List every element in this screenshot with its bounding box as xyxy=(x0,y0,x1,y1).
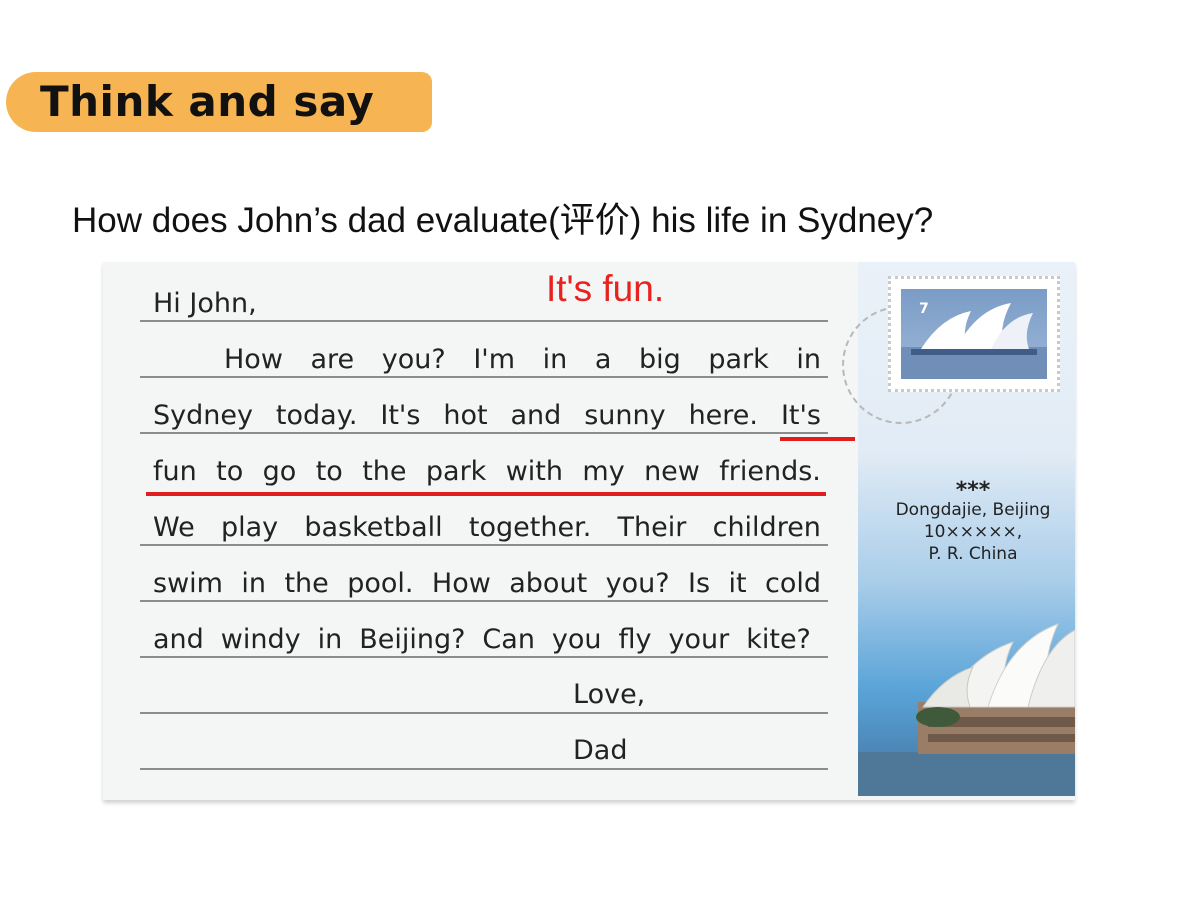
letter-word: the xyxy=(284,568,329,599)
letter-word: the xyxy=(362,456,407,487)
letter-word: children xyxy=(712,512,821,543)
letter-word: you? xyxy=(381,344,446,375)
letter-word: How xyxy=(224,344,283,375)
letter-word: friends. xyxy=(719,456,821,487)
section-title: Think and say xyxy=(40,77,375,126)
letter-word: and xyxy=(510,400,562,431)
letter-word: together. xyxy=(468,512,592,543)
ruled-line xyxy=(140,768,828,770)
letter-word: in xyxy=(796,344,821,375)
address-street: Dongdajie, Beijing xyxy=(895,500,1051,520)
letter-line: We play basketball together. Their children xyxy=(153,511,821,545)
address-country: P. R. China xyxy=(928,544,1018,564)
letter-word: How xyxy=(431,568,491,599)
letter-word: to xyxy=(216,456,244,487)
letter-word: a xyxy=(594,344,612,375)
letter-word: go xyxy=(262,456,297,487)
letter-word: Can xyxy=(482,624,535,655)
stamp-number: 7 xyxy=(919,301,929,317)
letter-word: play xyxy=(220,512,279,543)
postage-stamp: 7 xyxy=(888,276,1060,392)
letter-word: big xyxy=(638,344,681,375)
letter-word: fly xyxy=(618,624,652,655)
letter-word: in xyxy=(317,624,343,655)
letter-word: It's xyxy=(380,400,421,431)
letter-word: your xyxy=(668,624,730,655)
address-postcode: 10×××××, xyxy=(923,522,1023,542)
letter-word: my xyxy=(582,456,625,487)
letter-word: Is xyxy=(687,568,711,599)
letter-word: basketball xyxy=(304,512,443,543)
letter-word: it xyxy=(728,568,747,599)
letter-word: park xyxy=(708,344,769,375)
letter-word: Beijing? xyxy=(359,624,466,655)
letter-word: you? xyxy=(605,568,670,599)
letter-word: I'm xyxy=(473,344,515,375)
letter-word: fun xyxy=(153,456,197,487)
letter-word: pool. xyxy=(347,568,414,599)
letter-word: It's xyxy=(780,400,821,431)
letter-line: fun to go to the park with my new friends. xyxy=(153,455,821,489)
letter-word: windy xyxy=(220,624,301,655)
letter-line: swim in the pool. How about you? Is it cold xyxy=(153,567,821,601)
letter-word: sunny xyxy=(584,400,666,431)
letter-word: today. xyxy=(275,400,358,431)
letter-word: with xyxy=(505,456,563,487)
highlight-underline xyxy=(780,437,855,441)
letter-word: We xyxy=(153,512,195,543)
section-badge: Think and say xyxy=(6,72,432,132)
letter-closing: Love, xyxy=(573,679,646,710)
letter-word: to xyxy=(315,456,343,487)
letter-word: Their xyxy=(617,512,687,543)
letter-word: and xyxy=(153,624,204,655)
letter-word: cold xyxy=(764,568,821,599)
letter-word: you xyxy=(551,624,602,655)
letter-word: about xyxy=(509,568,588,599)
letter-word: kite? xyxy=(746,624,811,655)
letter-word: new xyxy=(644,456,700,487)
letter-word: here. xyxy=(688,400,758,431)
letter-greeting: Hi John, xyxy=(153,288,257,319)
letter-word: park xyxy=(425,456,487,487)
letter-word: in xyxy=(241,568,267,599)
ruled-line xyxy=(140,712,828,714)
letter-word: in xyxy=(542,344,568,375)
letter-word: swim xyxy=(153,568,223,599)
question-text: How does John’s dad evaluate(评价) his lif… xyxy=(72,201,934,240)
letter-line: How are you? I'm in a big park in xyxy=(224,343,821,377)
letter-word: are xyxy=(310,344,355,375)
letter-signature: Dad xyxy=(573,735,628,766)
letter-word: hot xyxy=(443,400,488,431)
letter-line: and windy in Beijing? Can you fly your kite? xyxy=(153,623,811,657)
letter-line: Sydney today. It's hot and sunny here. It's xyxy=(153,399,821,433)
highlight-underline xyxy=(146,492,826,496)
letter-word: Sydney xyxy=(153,400,253,431)
